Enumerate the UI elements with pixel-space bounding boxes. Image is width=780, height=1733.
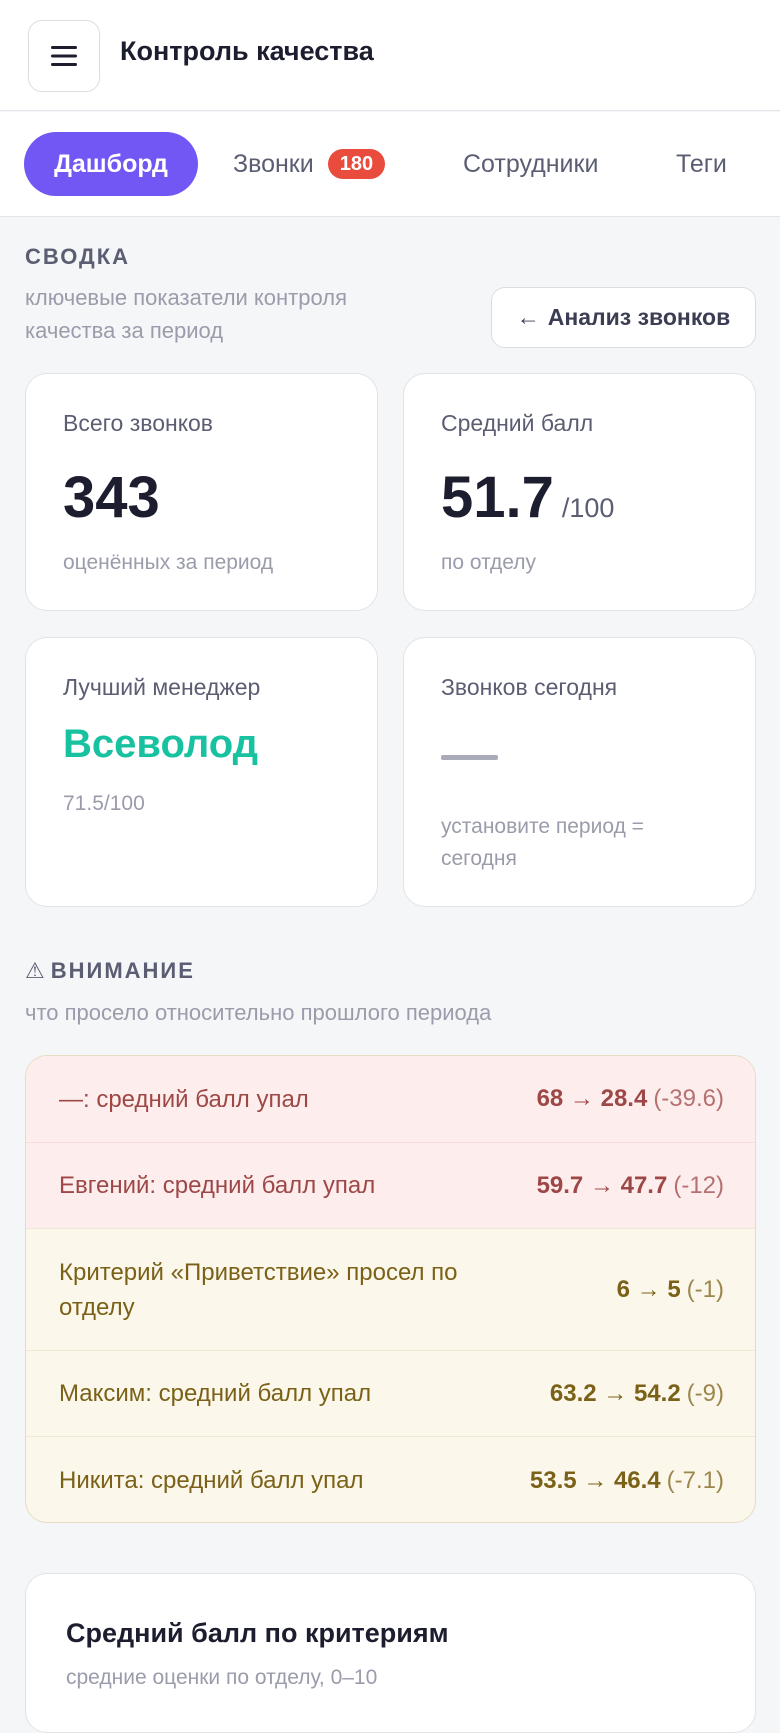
top-bar: Контроль качества <box>0 0 780 111</box>
alert-text: —: средний балл упал <box>59 1085 309 1113</box>
app-title: Контроль качества <box>120 36 374 66</box>
tab-dashboard[interactable]: Дашборд <box>24 132 198 196</box>
alert-delta: 6 → 5 (-1) <box>617 1276 724 1304</box>
alert-change: (-12) <box>673 1171 724 1199</box>
alert-delta: 68 → 28.4 (-39.6) <box>537 1085 724 1113</box>
tab-employees-label: Сотрудники <box>463 149 599 178</box>
summary-subtitle-1: ключевые показатели контроля <box>25 285 347 310</box>
calls-today-label: Звонков сегодня <box>441 674 618 700</box>
tab-dashboard-label: Дашборд <box>54 149 168 178</box>
arrow-left-icon: ← <box>516 304 540 330</box>
calls-count-badge: 180 <box>327 149 386 179</box>
calls-today-empty-mark <box>441 755 498 760</box>
menu-button[interactable] <box>28 20 100 92</box>
tab-tags[interactable]: Теги <box>676 132 727 196</box>
avg-score-note: по отделу <box>441 551 537 574</box>
alert-change: (-1) <box>686 1275 724 1303</box>
best-manager-name: Всеволод <box>63 722 259 766</box>
alert-values: 6 → 5 <box>616 1275 681 1303</box>
criteria-card: Средний балл по критериям средние оценки… <box>25 1573 756 1733</box>
total-calls-label: Всего звонков <box>63 410 214 436</box>
alert-values: 63.2 → 54.2 <box>549 1379 681 1407</box>
summary-subtitle-2: качества за период <box>25 318 224 343</box>
best-manager-card: Лучший менеджер Всеволод 71.5/100 <box>25 637 378 907</box>
criteria-title: Средний балл по критериям <box>66 1618 449 1648</box>
analyze-calls-label: Анализ звонков <box>547 304 731 330</box>
alert-text: Никита: средний балл упал <box>59 1467 364 1494</box>
alert-text: Критерий «Приветствие» просел по отделу <box>59 1258 458 1321</box>
list-item: Максим: средний балл упал 63.2 → 54.2 (-9… <box>26 1350 755 1436</box>
tab-employees[interactable]: Сотрудники <box>463 132 598 196</box>
tab-calls-label: Звонки <box>233 149 314 178</box>
alert-text: Максим: средний балл упал <box>59 1380 372 1407</box>
tab-calls[interactable]: Звонки 180 <box>233 132 386 196</box>
list-item: —: средний балл упал 68 → 28.4 (-39.6) <box>26 1056 755 1142</box>
warning-icon: ⚠ <box>25 958 45 983</box>
analyze-calls-button[interactable]: ← Анализ звонков <box>491 287 756 348</box>
alert-values: 68 → 28.4 <box>536 1085 648 1112</box>
attention-subtitle: что просело относительно прошлого период… <box>25 1000 492 1025</box>
alert-delta: 53.5 → 46.4 (-7.1) <box>530 1467 724 1495</box>
alert-values: 59.7 → 47.7 <box>536 1171 668 1199</box>
hamburger-icon <box>51 46 77 66</box>
total-calls-value: 343 <box>63 465 160 530</box>
alert-text: Евгений: средний балл упал <box>59 1172 376 1199</box>
calls-today-note-2: сегодня <box>441 847 517 870</box>
avg-score-unit: /100 <box>561 493 615 523</box>
list-item: Критерий «Приветствие» просел по отделу … <box>26 1228 755 1350</box>
avg-score-value-wrap: 51.7/100 <box>441 464 614 531</box>
avg-score-card: Средний балл 51.7/100 по отделу <box>403 373 756 611</box>
total-calls-card: Всего звонков 343 оценённых за период <box>25 373 378 611</box>
avg-score-value: 51.7 <box>441 465 554 530</box>
alert-change: (-9) <box>686 1379 724 1407</box>
list-item: Евгений: средний балл упал 59.7 → 47.7 (-… <box>26 1142 755 1228</box>
alert-delta: 59.7 → 47.7 (-12) <box>537 1172 724 1200</box>
summary-title: СВОДКА <box>25 244 131 269</box>
list-item: Никита: средний балл упал 53.5 → 46.4 (-7… <box>26 1436 755 1522</box>
tab-bar: Дашборд Звонки 180 Сотрудники Теги <box>0 112 780 217</box>
criteria-subtitle: средние оценки по отделу, 0–10 <box>66 1666 378 1689</box>
best-manager-score: 71.5/100 <box>63 792 145 815</box>
alert-change: (-7.1) <box>666 1466 724 1494</box>
alert-values: 53.5 → 46.4 <box>529 1466 661 1494</box>
calls-today-card: Звонков сегодня — установите период = се… <box>403 637 756 907</box>
total-calls-note: оценённых за период <box>63 551 274 574</box>
calls-today-note-1: установите период = <box>441 815 644 838</box>
attention-list: —: средний балл упал 68 → 28.4 (-39.6) Ев… <box>25 1055 756 1523</box>
best-manager-label: Лучший менеджер <box>63 674 261 700</box>
attention-title: ⚠ ВНИМАНИЕ <box>25 958 195 984</box>
avg-score-label: Средний балл <box>441 410 594 436</box>
alert-change: (-39.6) <box>653 1085 724 1112</box>
attention-title-text: ВНИМАНИЕ <box>50 958 195 983</box>
alert-delta: 63.2 → 54.2 (-9) <box>550 1380 724 1408</box>
tab-tags-label: Теги <box>676 149 727 178</box>
